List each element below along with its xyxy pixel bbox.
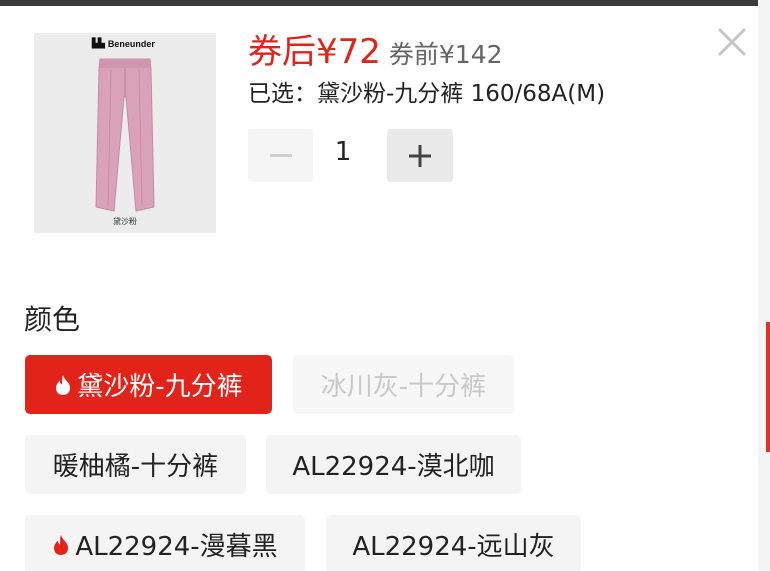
color-option-label: 冰川灰-十分裤: [320, 372, 487, 402]
price-after-coupon: 券后¥72: [248, 32, 381, 72]
color-option-chip[interactable]: 暖柚橘-十分裤: [25, 435, 246, 494]
color-option-chip[interactable]: AL22924-远山灰: [326, 515, 581, 571]
color-option-chip[interactable]: AL22924-漫暮黑: [25, 515, 305, 571]
flame-icon: [52, 534, 70, 556]
pants-image: [95, 58, 155, 212]
color-option-label: AL22924-远山灰: [352, 532, 555, 562]
selected-spec-text: 已选：黛沙粉-九分裤 160/68A(M): [248, 81, 606, 107]
color-option-chip: 冰川灰-十分裤: [293, 355, 514, 414]
thumbnail-caption: 黛沙粉: [113, 217, 137, 226]
color-option-label: AL22924-漠北咖: [292, 452, 495, 482]
background-accent-mark: [766, 322, 770, 452]
brand-mark-icon: ▙▙: [92, 38, 105, 48]
background-page-edge: [758, 0, 770, 571]
color-section-title: 颜色: [24, 303, 81, 336]
color-option-chip[interactable]: 黛沙粉-九分裤: [25, 355, 272, 414]
product-thumbnail[interactable]: ▙▙ Beneunder 黛沙粉: [34, 33, 216, 233]
flame-icon: [54, 374, 72, 396]
brand-name: Beneunder: [107, 38, 155, 49]
price-row: 券后¥72 券前¥142: [248, 24, 503, 73]
color-option-label: 黛沙粉-九分裤: [77, 372, 243, 402]
color-option-chip[interactable]: AL22924-漠北咖: [266, 435, 521, 494]
quantity-value[interactable]: 1: [318, 137, 368, 167]
close-button[interactable]: [716, 26, 748, 58]
brand-logo: ▙▙ Beneunder: [92, 38, 155, 49]
minus-icon: [269, 153, 292, 157]
color-option-label: AL22924-漫暮黑: [75, 532, 278, 562]
plus-icon: [409, 144, 431, 167]
sku-selector-panel: ▙▙ Beneunder 黛沙粉 券后¥72 券前¥142 已选：黛沙粉-九分裤…: [0, 6, 758, 571]
price-before-coupon: 券前¥142: [388, 40, 503, 69]
quantity-increase-button[interactable]: [387, 129, 453, 182]
close-icon: [718, 28, 746, 56]
quantity-decrease-button[interactable]: [248, 129, 313, 182]
color-option-label: 暖柚橘-十分裤: [52, 452, 219, 482]
